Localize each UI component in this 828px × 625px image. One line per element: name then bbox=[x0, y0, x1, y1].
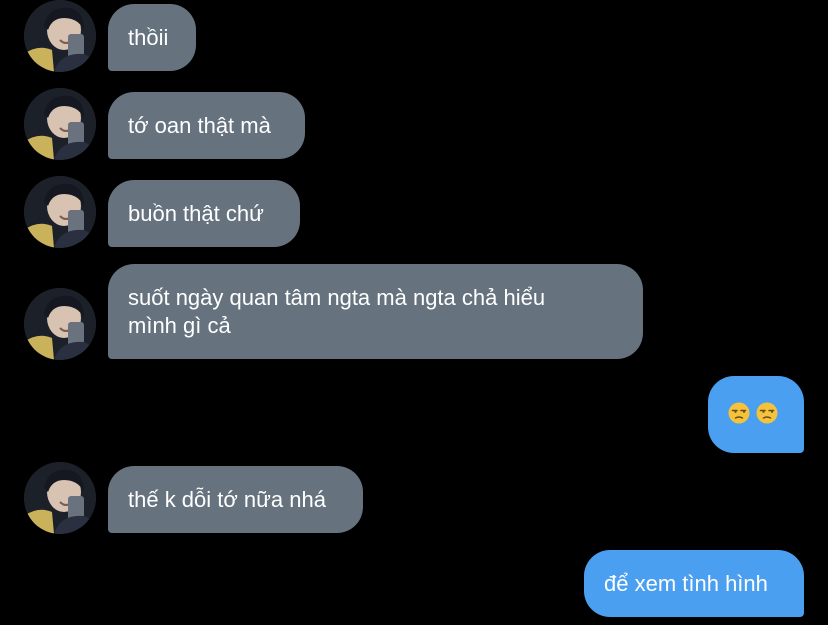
contact-avatar[interactable] bbox=[24, 288, 96, 360]
message-text: thế k dỗi tớ nữa nhá bbox=[128, 487, 326, 512]
message-text: buồn thật chứ bbox=[128, 201, 264, 226]
message-bubble-incoming[interactable]: suốt ngày quan tâm ngta mà ngta chả hiểu… bbox=[108, 264, 643, 359]
contact-avatar[interactable] bbox=[24, 462, 96, 534]
message-bubble-outgoing[interactable] bbox=[708, 376, 804, 453]
emoji-row bbox=[728, 402, 784, 424]
message-bubble-incoming[interactable]: buồn thật chứ bbox=[108, 180, 300, 247]
message-text: thồii bbox=[128, 25, 169, 50]
message-text: tớ oan thật mà bbox=[128, 113, 271, 138]
person-photo-icon bbox=[24, 288, 96, 360]
person-photo-icon bbox=[24, 462, 96, 534]
person-photo-icon bbox=[24, 88, 96, 160]
person-photo-icon bbox=[24, 0, 96, 72]
message-bubble-incoming[interactable]: thồii bbox=[108, 4, 196, 71]
contact-avatar[interactable] bbox=[24, 176, 96, 248]
message-bubble-outgoing[interactable]: để xem tình hình bbox=[584, 550, 804, 617]
person-photo-icon bbox=[24, 176, 96, 248]
unamused-face-icon bbox=[756, 402, 778, 424]
message-text: suốt ngày quan tâm ngta mà ngta chả hiểu… bbox=[128, 285, 546, 338]
message-bubble-incoming[interactable]: tớ oan thật mà bbox=[108, 92, 305, 159]
unamused-face-icon bbox=[728, 402, 750, 424]
message-text: để xem tình hình bbox=[604, 571, 768, 596]
contact-avatar[interactable] bbox=[24, 0, 96, 72]
message-thread: thồii tớ oan thật mà buồn thật chứ suốt … bbox=[0, 0, 828, 625]
contact-avatar[interactable] bbox=[24, 88, 96, 160]
message-bubble-incoming[interactable]: thế k dỗi tớ nữa nhá bbox=[108, 466, 363, 533]
